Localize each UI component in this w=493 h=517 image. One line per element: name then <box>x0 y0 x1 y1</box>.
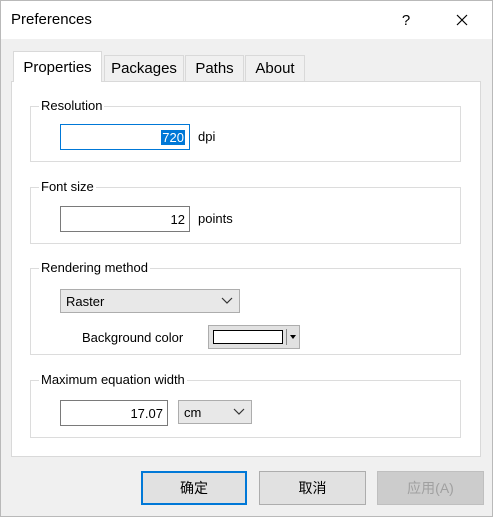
tab-packages[interactable]: Packages <box>104 55 184 81</box>
chevron-down-icon <box>221 297 233 304</box>
close-button[interactable] <box>445 1 479 39</box>
background-color-picker[interactable] <box>208 325 300 349</box>
max-width-unit-select[interactable]: cm <box>178 400 252 424</box>
title-bar: Preferences ? <box>1 1 492 39</box>
max-width-label: Maximum equation width <box>39 372 187 387</box>
ok-button[interactable]: 确定 <box>141 471 247 505</box>
properties-panel: Resolution 720 dpi Font size 12 points R… <box>11 81 481 457</box>
resolution-unit: dpi <box>198 129 216 144</box>
help-button[interactable]: ? <box>389 1 423 39</box>
resolution-group: Resolution 720 dpi <box>30 98 461 162</box>
cancel-button[interactable]: 取消 <box>259 471 366 505</box>
rendering-method-group: Rendering method Raster Background color <box>30 260 461 355</box>
color-swatch <box>213 330 283 344</box>
tab-properties[interactable]: Properties <box>13 51 102 82</box>
chevron-down-icon <box>233 408 245 415</box>
max-width-unit: cm <box>184 404 202 420</box>
resolution-value: 720 <box>161 129 185 145</box>
resolution-label: Resolution <box>39 98 105 113</box>
tab-paths[interactable]: Paths <box>185 55 244 81</box>
rendering-method-select[interactable]: Raster <box>60 289 240 313</box>
close-icon <box>456 14 468 26</box>
font-size-group: Font size 12 points <box>30 179 461 244</box>
rendering-method-value: Raster <box>66 293 105 309</box>
font-size-unit: points <box>198 211 233 226</box>
apply-button[interactable]: 应用(A) <box>377 471 484 505</box>
rendering-method-label: Rendering method <box>39 260 150 275</box>
max-width-input[interactable]: 17.07 <box>60 400 168 426</box>
preferences-window: Preferences ? Properties Packages Paths … <box>0 0 493 517</box>
picker-separator <box>286 329 287 345</box>
max-width-group: Maximum equation width 17.07 cm <box>30 372 461 438</box>
max-width-value: 17.07 <box>130 405 163 421</box>
resolution-input[interactable]: 720 <box>60 124 190 150</box>
font-size-label: Font size <box>39 179 96 194</box>
font-size-value: 12 <box>170 211 185 227</box>
dropdown-arrow-icon <box>290 335 296 339</box>
background-color-label: Background color <box>82 330 184 345</box>
font-size-input[interactable]: 12 <box>60 206 190 232</box>
tab-about[interactable]: About <box>245 55 305 81</box>
window-title: Preferences <box>11 11 92 28</box>
